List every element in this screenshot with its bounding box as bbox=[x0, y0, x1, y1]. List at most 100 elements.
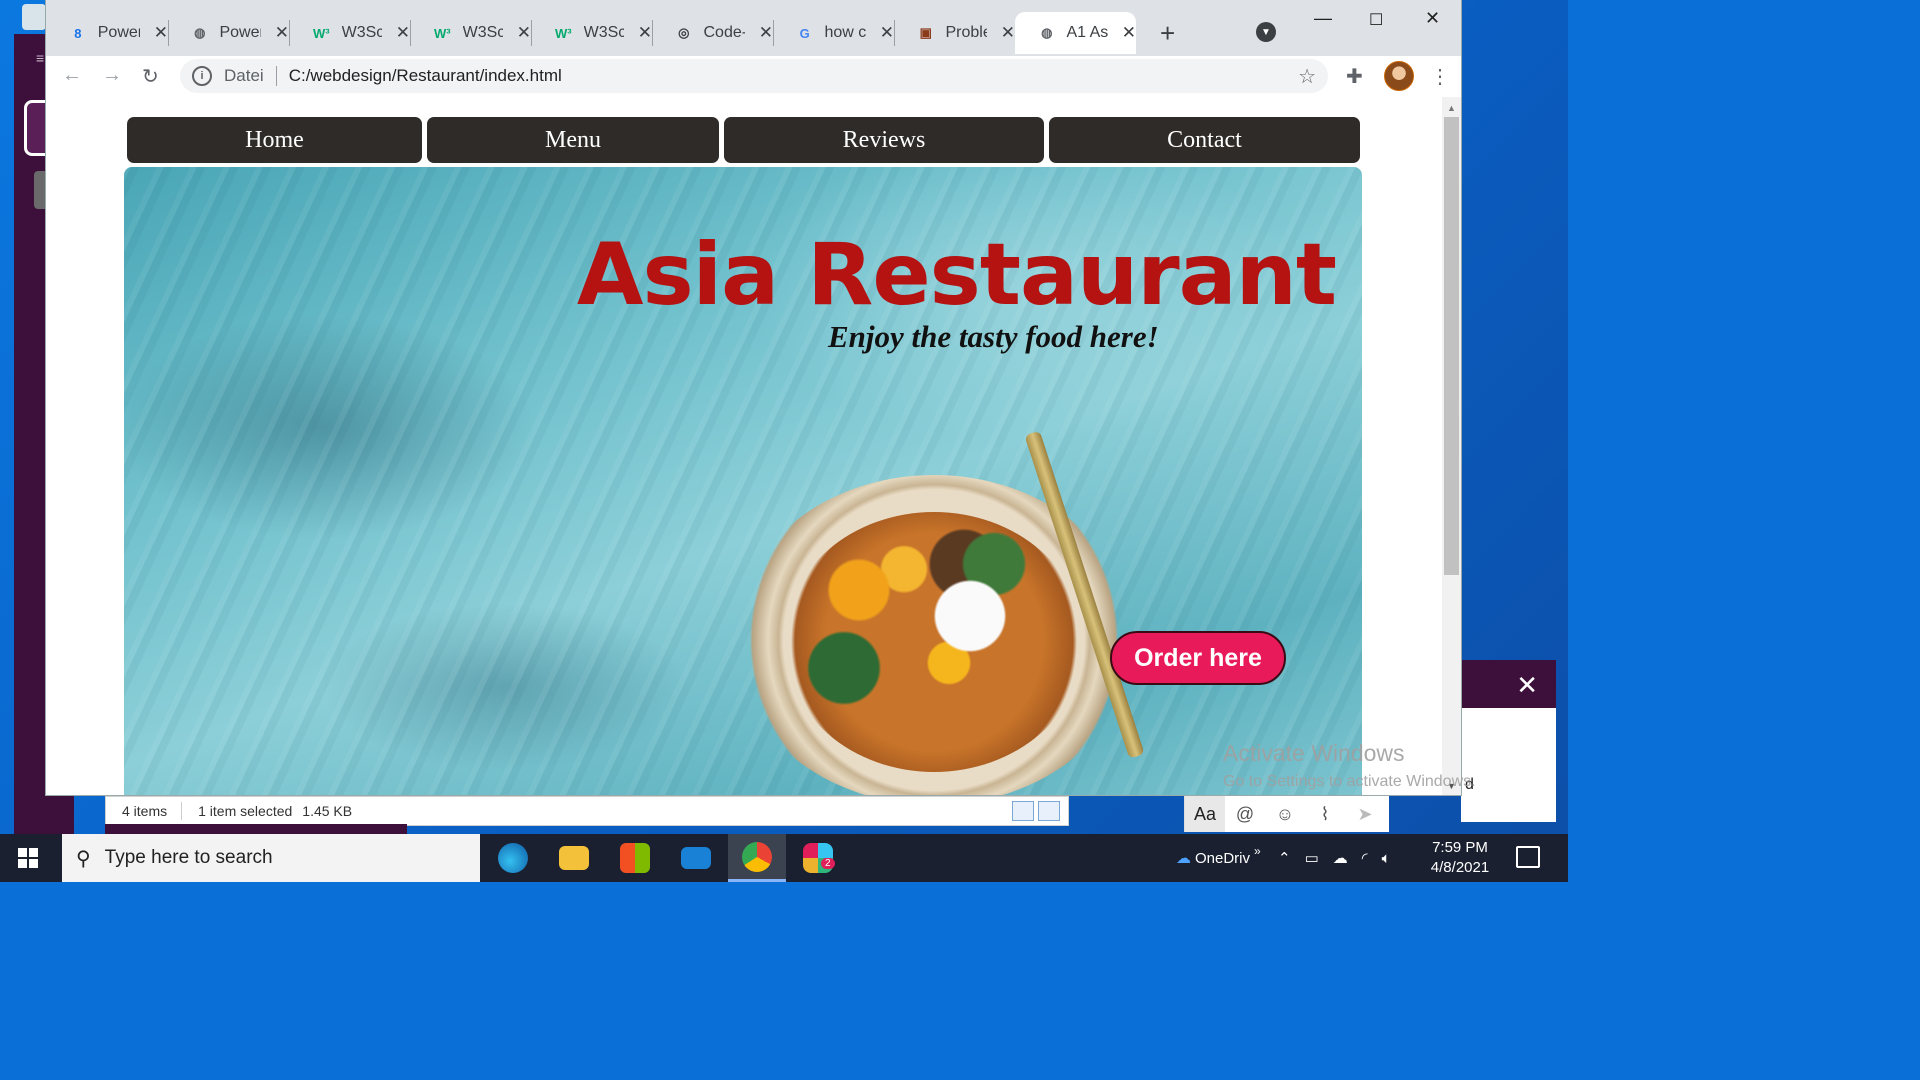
codepen-icon: ◎ bbox=[678, 25, 690, 40]
emoji-icon[interactable]: ☺ bbox=[1265, 804, 1305, 825]
mention-icon[interactable]: @ bbox=[1225, 804, 1265, 825]
onedrive-icon: ☁ bbox=[1176, 850, 1191, 867]
forward-icon[interactable]: → bbox=[102, 64, 122, 87]
windows-start-icon[interactable] bbox=[18, 848, 38, 868]
nav-contact[interactable]: Contact bbox=[1049, 117, 1360, 163]
details-view-icon[interactable] bbox=[1012, 801, 1034, 821]
w3schools-icon: W³ bbox=[555, 25, 572, 41]
chrome-icon[interactable] bbox=[728, 834, 786, 882]
scroll-up-icon[interactable]: ▲ bbox=[1447, 103, 1456, 113]
send-icon[interactable]: ➤ bbox=[1345, 804, 1385, 825]
browser-tab[interactable]: W³ W3Sch ✕ bbox=[531, 12, 653, 54]
site-info-icon[interactable]: i bbox=[192, 66, 212, 86]
taskbar-search[interactable]: ⚲ Type here to search bbox=[62, 834, 480, 882]
wifi-icon[interactable]: ◜ bbox=[1362, 849, 1368, 867]
browser-tab[interactable]: 8 Powen ✕ bbox=[46, 12, 169, 54]
browser-window: 8 Powen ✕ ◍ Powen ✕ W³ W3Sch ✕ W³ W3Sch ✕ W³ W3Sch ✕ ◎ C… bbox=[46, 0, 1461, 795]
document-icon: ▣ bbox=[919, 25, 932, 40]
slack-notification-badge: 2 bbox=[821, 858, 835, 869]
show-hidden-icons-icon[interactable]: ⌃ bbox=[1278, 849, 1291, 867]
tab-strip: 8 Powen ✕ ◍ Powen ✕ W³ W3Sch ✕ W³ W3Sch ✕ W³ W3Sch ✕ ◎ C… bbox=[46, 0, 1461, 56]
close-icon[interactable]: ✕ bbox=[1516, 670, 1538, 701]
action-center-icon[interactable] bbox=[1516, 846, 1540, 868]
browser-tab[interactable]: W³ W3Sch ✕ bbox=[289, 12, 411, 54]
w3schools-icon: W³ bbox=[313, 25, 330, 41]
close-tab-icon[interactable]: ✕ bbox=[759, 23, 773, 43]
slack-icon[interactable]: 2 bbox=[789, 834, 847, 882]
close-tab-icon[interactable]: ✕ bbox=[638, 23, 652, 43]
attachment-icon[interactable]: ⌇ bbox=[1305, 804, 1345, 825]
tab-title: Proble bbox=[945, 24, 986, 41]
cloud-icon[interactable]: ☁ bbox=[1333, 849, 1348, 867]
google-icon: G bbox=[799, 25, 810, 41]
edge-icon[interactable] bbox=[484, 834, 542, 882]
scrollbar-thumb[interactable] bbox=[1444, 117, 1459, 575]
close-window-icon[interactable]: ✕ bbox=[1425, 8, 1440, 29]
reload-icon[interactable]: ↻ bbox=[142, 64, 159, 89]
browser-tab[interactable]: W³ W3Sch ✕ bbox=[410, 12, 532, 54]
battery-icon[interactable]: ▭ bbox=[1305, 849, 1319, 867]
notification-header: ✕ bbox=[1461, 660, 1556, 708]
tab-title: Code-( bbox=[703, 24, 744, 41]
tab-title: Powen bbox=[97, 24, 140, 41]
search-placeholder: Type here to search bbox=[104, 847, 273, 868]
recycle-bin-icon[interactable] bbox=[22, 4, 46, 30]
w3schools-icon: W³ bbox=[434, 25, 451, 41]
selection-size: 1.45 KB bbox=[302, 803, 353, 819]
back-icon[interactable]: ← bbox=[62, 64, 82, 87]
tab-title: how ca bbox=[824, 24, 866, 41]
tab-title: W3Sch bbox=[583, 24, 624, 41]
notification-panel: ✕ d bbox=[1461, 660, 1556, 822]
close-tab-icon[interactable]: ✕ bbox=[396, 23, 410, 43]
browser-tab[interactable]: ◎ Code-( ✕ bbox=[652, 12, 774, 54]
taskbar: ⚲ Type here to search 2 ☁ OneDriv » ⌃ ▭ … bbox=[0, 834, 1568, 882]
order-button[interactable]: Order here bbox=[1110, 631, 1286, 685]
tab-title: Powen bbox=[219, 24, 260, 41]
file-explorer-icon[interactable] bbox=[545, 834, 603, 882]
bookmark-star-icon[interactable]: ☆ bbox=[1298, 64, 1316, 89]
browser-tab[interactable]: ◍ A1 Asi ✕ bbox=[1015, 12, 1136, 54]
more-menu-icon[interactable]: ⋮ bbox=[1430, 64, 1450, 89]
volume-icon[interactable]: 🔈︎ bbox=[1382, 850, 1391, 867]
browser-tab[interactable]: ◍ Powen ✕ bbox=[168, 12, 290, 54]
hamburger-menu-icon[interactable]: ≡ bbox=[36, 50, 44, 66]
tab-title: A1 Asi bbox=[1066, 24, 1108, 41]
message-compose-toolbar: Aa @ ☺ ⌇ ➤ bbox=[1184, 796, 1389, 832]
site-navigation: Home Menu Reviews Contact bbox=[127, 117, 1360, 163]
close-tab-icon[interactable]: ✕ bbox=[880, 23, 894, 43]
items-count: 4 items bbox=[122, 803, 168, 819]
mail-icon[interactable] bbox=[667, 834, 725, 882]
close-tab-icon[interactable]: ✕ bbox=[517, 23, 531, 43]
page-viewport: Home Menu Reviews Contact Asia Restauran… bbox=[46, 97, 1442, 795]
close-tab-icon[interactable]: ✕ bbox=[1001, 23, 1015, 43]
format-button[interactable]: Aa bbox=[1185, 796, 1225, 832]
globe-icon: ◍ bbox=[1041, 25, 1053, 40]
close-tab-icon[interactable]: ✕ bbox=[154, 23, 168, 43]
extensions-icon[interactable]: ✚ bbox=[1346, 64, 1363, 89]
minimize-icon[interactable]: — bbox=[1314, 8, 1332, 29]
large-icons-view-icon[interactable] bbox=[1038, 801, 1060, 821]
restaurant-tagline: Enjoy the tasty food here! bbox=[828, 319, 1159, 354]
nav-menu[interactable]: Menu bbox=[427, 117, 719, 163]
maximize-icon[interactable]: ☐ bbox=[1369, 10, 1383, 30]
nav-reviews[interactable]: Reviews bbox=[724, 117, 1044, 163]
globe-icon: ◍ bbox=[194, 25, 206, 40]
profile-avatar[interactable] bbox=[1384, 61, 1414, 91]
restaurant-title: Asia Restaurant bbox=[576, 225, 1337, 325]
address-bar[interactable]: i Datei C:/webdesign/Restaurant/index.ht… bbox=[180, 59, 1328, 93]
scroll-down-icon[interactable]: ▼ bbox=[1447, 781, 1456, 791]
store-icon[interactable] bbox=[606, 834, 664, 882]
browser-tab[interactable]: Ghow ca ✕ bbox=[773, 12, 895, 54]
tab-search-icon[interactable]: ▼ bbox=[1256, 22, 1276, 42]
url-text[interactable]: C:/webdesign/Restaurant/index.html bbox=[289, 66, 562, 86]
tab-title: W3Sch bbox=[462, 24, 503, 41]
new-tab-icon[interactable]: + bbox=[1160, 18, 1175, 49]
browser-tab[interactable]: ▣ Proble ✕ bbox=[894, 12, 1015, 54]
close-tab-icon[interactable]: ✕ bbox=[275, 23, 289, 43]
close-tab-icon[interactable]: ✕ bbox=[1122, 23, 1136, 43]
page-scrollbar[interactable]: ▲ ▼ bbox=[1442, 97, 1461, 795]
chevron-right-icon: » bbox=[1254, 844, 1261, 858]
onedrive-tray[interactable]: ☁ OneDriv » bbox=[1176, 834, 1261, 882]
nav-home[interactable]: Home bbox=[127, 117, 422, 163]
system-clock[interactable]: 7:59 PM 4/8/2021 bbox=[1426, 838, 1494, 878]
